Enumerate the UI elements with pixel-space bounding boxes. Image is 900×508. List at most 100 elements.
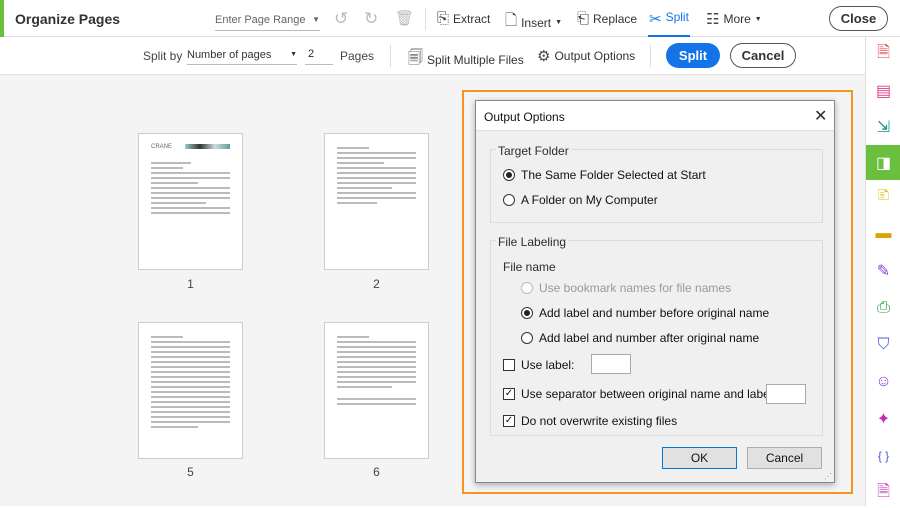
page-number: 1 bbox=[187, 277, 194, 291]
page-number: 5 bbox=[187, 465, 194, 479]
organize-pages-icon[interactable]: ◨ bbox=[866, 145, 900, 180]
checkbox-checked: ✓ bbox=[503, 415, 515, 427]
radio-label: The Same Folder Selected at Start bbox=[521, 168, 706, 182]
label-input[interactable] bbox=[591, 354, 631, 374]
radio-label: Add label and number after original name bbox=[539, 331, 760, 345]
page-number: 2 bbox=[373, 277, 380, 291]
checkbox-label: Use label: bbox=[521, 358, 575, 372]
radio-label: Use bookmark names for file names bbox=[539, 281, 732, 295]
thumbnail-banner bbox=[185, 144, 230, 149]
more-label: More bbox=[723, 12, 751, 26]
thumbnail-logo: CRANE bbox=[151, 144, 173, 150]
split-tab[interactable]: ✂ Split bbox=[648, 10, 690, 37]
dialog-titlebar: Output Options ✕ bbox=[476, 101, 834, 131]
page-range-input[interactable]: Enter Page Range ▼ bbox=[215, 9, 320, 31]
gear-icon: ⚙ bbox=[537, 48, 551, 65]
split-multiple-label: Split Multiple Files bbox=[427, 52, 524, 67]
close-icon[interactable]: ✕ bbox=[814, 106, 827, 126]
insert-label: Insert bbox=[521, 15, 552, 30]
replace-label: Replace bbox=[593, 11, 638, 26]
javascript-icon[interactable]: { } bbox=[866, 441, 900, 471]
resize-grip-icon[interactable]: ⋰ bbox=[824, 472, 832, 481]
tool-accent-bar bbox=[0, 0, 4, 37]
file-name-label: File name bbox=[503, 260, 556, 274]
radio-selected bbox=[521, 307, 533, 319]
checkbox-label: Use separator between original name and … bbox=[521, 387, 776, 401]
more-icon: ☷ bbox=[706, 11, 720, 28]
radio-disabled bbox=[521, 282, 533, 294]
protect-icon[interactable]: ⛉ bbox=[866, 330, 900, 360]
split-by-label: Split by bbox=[143, 49, 183, 63]
split-button[interactable]: Split bbox=[666, 43, 720, 68]
radio-label: Add label and number before original nam… bbox=[539, 306, 770, 320]
create-pdf-icon[interactable]: 🗎 bbox=[866, 39, 900, 69]
target-folder-heading: Target Folder bbox=[496, 144, 571, 158]
split-options-bar: Split by Number of pages ▼ 2 Pages 🗐 Split… bbox=[0, 37, 865, 75]
checkbox-checked: ✓ bbox=[503, 388, 515, 400]
my-computer-radio[interactable]: A Folder on My Computer bbox=[503, 193, 658, 207]
scan-ocr-icon[interactable]: ⎙ bbox=[866, 293, 900, 323]
close-button[interactable]: Close bbox=[829, 6, 888, 31]
label-before-radio[interactable]: Add label and number before original nam… bbox=[521, 306, 769, 320]
insert-icon: 🗋 bbox=[505, 12, 518, 29]
target-folder-group bbox=[490, 149, 823, 223]
extract-label: Extract bbox=[453, 11, 491, 26]
split-by-select[interactable]: Number of pages ▼ bbox=[187, 45, 297, 65]
use-separator-checkbox[interactable]: ✓ Use separator between original name and… bbox=[503, 387, 776, 401]
file-labeling-heading: File Labeling bbox=[496, 235, 569, 249]
pages-label: Pages bbox=[340, 49, 375, 63]
tool-title: Organize Pages bbox=[15, 11, 121, 27]
delete-icon[interactable]: 🗑 bbox=[395, 9, 414, 27]
insert-button[interactable]: 🗋 Insert ▼ bbox=[505, 10, 562, 35]
page-thumbnail[interactable] bbox=[324, 322, 429, 459]
scissors-icon: ✂ bbox=[649, 11, 662, 28]
separator-input[interactable] bbox=[766, 384, 806, 404]
page-thumbnail[interactable]: CRANE bbox=[138, 133, 243, 270]
checkbox-unchecked bbox=[503, 359, 515, 371]
radio-unselected bbox=[503, 194, 515, 206]
split-label: Split bbox=[665, 10, 689, 24]
pages-count-input[interactable]: 2 bbox=[305, 45, 333, 65]
ok-button[interactable]: OK bbox=[662, 447, 737, 469]
top-toolbar: Organize Pages Enter Page Range ▼ ↺ ↻ 🗑 ⎘… bbox=[0, 0, 900, 37]
bookmark-names-radio[interactable]: Use bookmark names for file names bbox=[521, 281, 731, 295]
extract-button[interactable]: ⎘ Extract bbox=[437, 10, 490, 27]
dialog-cancel-button[interactable]: Cancel bbox=[747, 447, 822, 469]
files-icon: 🗐 bbox=[408, 49, 423, 66]
chevron-down-icon: ▼ bbox=[754, 15, 762, 23]
page-thumbnail[interactable] bbox=[138, 322, 243, 459]
label-after-radio[interactable]: Add label and number after original name bbox=[521, 331, 759, 345]
export-pdf-icon[interactable]: ⇲ bbox=[866, 112, 900, 142]
use-label-checkbox[interactable]: Use label: bbox=[503, 358, 574, 372]
page-thumbnail[interactable] bbox=[324, 133, 429, 270]
chevron-down-icon: ▼ bbox=[290, 51, 297, 58]
save-as-icon[interactable]: 🗎 bbox=[866, 478, 900, 508]
fill-sign-icon[interactable]: ✎ bbox=[866, 256, 900, 286]
combine-files-icon[interactable]: ▤ bbox=[866, 76, 900, 106]
dialog-title: Output Options bbox=[484, 110, 565, 124]
radio-label: A Folder on My Computer bbox=[521, 193, 658, 207]
page-number: 6 bbox=[373, 465, 380, 479]
output-options-button[interactable]: ⚙ Output Options bbox=[537, 47, 635, 65]
replace-button[interactable]: ⎗ Replace bbox=[577, 10, 637, 27]
radio-unselected bbox=[521, 332, 533, 344]
undo-icon[interactable]: ↺ bbox=[334, 9, 348, 29]
output-options-dialog: Output Options ✕ Target Folder The Same … bbox=[475, 100, 835, 483]
replace-icon: ⎗ bbox=[577, 10, 590, 27]
chevron-down-icon: ▼ bbox=[312, 15, 320, 24]
page-range-placeholder: Enter Page Range bbox=[215, 13, 306, 26]
same-folder-radio[interactable]: The Same Folder Selected at Start bbox=[503, 168, 706, 182]
request-signatures-icon[interactable]: 🗈 bbox=[866, 182, 900, 212]
output-options-label: Output Options bbox=[554, 49, 636, 63]
divider bbox=[425, 8, 426, 30]
more-button[interactable]: ☷ More ▼ bbox=[706, 10, 762, 28]
rich-media-icon[interactable]: ✦ bbox=[866, 404, 900, 434]
split-by-value: Number of pages bbox=[187, 48, 272, 61]
cancel-button[interactable]: Cancel bbox=[730, 43, 796, 68]
radio-selected bbox=[503, 169, 515, 181]
redo-icon[interactable]: ↻ bbox=[364, 9, 378, 29]
comment-icon[interactable]: ▬ bbox=[866, 219, 900, 249]
accessibility-icon[interactable]: ☺ bbox=[866, 367, 900, 397]
split-multiple-files-button[interactable]: 🗐 Split Multiple Files bbox=[408, 47, 524, 72]
no-overwrite-checkbox[interactable]: ✓ Do not overwrite existing files bbox=[503, 414, 677, 428]
